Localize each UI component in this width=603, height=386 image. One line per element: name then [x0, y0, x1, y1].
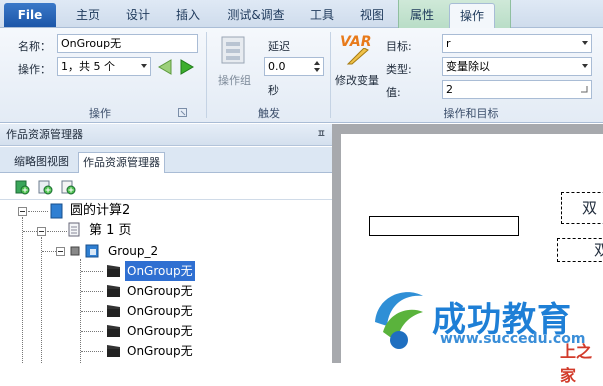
- clapperboard-icon: [107, 345, 120, 357]
- tree-connector: [47, 231, 67, 232]
- clapperboard-icon: [107, 325, 120, 337]
- tree-connector: [41, 237, 42, 363]
- previous-action-icon[interactable]: [156, 58, 174, 76]
- delay-value: 0.0: [268, 60, 286, 73]
- tree-connector: [81, 291, 103, 292]
- clapperboard-icon: [107, 285, 120, 297]
- stage-text-box[interactable]: 双: [557, 238, 603, 262]
- watermark-sub: 上之家: [560, 342, 593, 385]
- collapse-page-icon[interactable]: [37, 227, 46, 236]
- next-action-icon[interactable]: [178, 58, 196, 76]
- action-selector[interactable]: 1，共 5 个: [57, 57, 151, 76]
- type-label: 类型:: [386, 63, 412, 76]
- page-icon: [68, 222, 80, 237]
- action-group-label: 操作组: [218, 74, 251, 87]
- explorer-toolbar: [0, 174, 332, 200]
- tree-node-action[interactable]: OnGroup无: [127, 301, 193, 321]
- tab-project-explorer[interactable]: 作品资源管理器: [78, 152, 165, 173]
- project-tree: 圆的计算2 第 1 页 Group_2 OnGroup无 OnGroup无 On…: [0, 201, 332, 363]
- tab-tools[interactable]: 工具: [302, 3, 342, 28]
- group-label-action: 操作: [89, 107, 111, 120]
- tab-test-survey[interactable]: 测试&调查: [220, 3, 292, 28]
- book-icon: [50, 203, 63, 219]
- tree-node-action[interactable]: OnGroup无: [127, 281, 193, 301]
- modify-variable-icon[interactable]: VAR: [340, 34, 374, 66]
- tab-home[interactable]: 主页: [66, 3, 110, 28]
- group-label-trigger: 触发: [258, 107, 280, 120]
- type-value: 变量除以: [446, 60, 490, 73]
- stage-rectangle[interactable]: [369, 216, 519, 236]
- tree-connector: [81, 331, 103, 332]
- tree-connector: [28, 211, 48, 212]
- delay-spinner[interactable]: 0.0: [264, 57, 324, 76]
- tree-node-page[interactable]: 第 1 页: [89, 221, 132, 241]
- explorer-panel-header: 作品资源管理器 ㅍ: [0, 124, 332, 146]
- tree-connector: [81, 351, 103, 352]
- clapperboard-icon: [107, 305, 120, 317]
- add-item-icon[interactable]: [60, 179, 76, 195]
- tab-design[interactable]: 设计: [116, 3, 160, 28]
- target-value: r: [446, 37, 451, 50]
- clapperboard-icon: [107, 265, 120, 277]
- tree-node-action[interactable]: OnGroup无: [127, 321, 193, 341]
- tree-node-root[interactable]: 圆的计算2: [70, 201, 130, 221]
- pencil-icon: [346, 48, 369, 65]
- modify-variable-label: 修改变量: [335, 74, 379, 87]
- tab-properties[interactable]: 属性: [402, 3, 442, 28]
- group-icon: [70, 244, 99, 258]
- add-page-icon[interactable]: [37, 179, 53, 195]
- value-field[interactable]: 2: [442, 80, 592, 99]
- action-group-icon[interactable]: [218, 34, 250, 66]
- type-combo[interactable]: 变量除以: [442, 57, 592, 76]
- tab-actions[interactable]: 操作: [449, 3, 495, 28]
- tab-view[interactable]: 视图: [352, 3, 392, 28]
- expand-corner-icon[interactable]: [580, 85, 588, 93]
- tab-file[interactable]: File: [4, 3, 56, 27]
- tree-connector: [23, 231, 37, 232]
- name-label: 名称：: [18, 40, 51, 53]
- tree-node-group[interactable]: Group_2: [108, 241, 158, 261]
- dialog-launcher-icon[interactable]: [178, 108, 187, 117]
- group-label-action-target: 操作和目标: [443, 107, 499, 120]
- chevron-down-icon: [141, 64, 147, 68]
- tree-connector: [22, 217, 23, 363]
- value-value: 2: [446, 83, 453, 96]
- panel-tabs: 缩略图视图 作品资源管理器: [0, 147, 332, 173]
- tree-node-action[interactable]: OnGroup无: [127, 341, 193, 361]
- spinner-arrows-icon[interactable]: [313, 60, 321, 73]
- add-chapter-icon[interactable]: [14, 179, 30, 195]
- stage-text-box[interactable]: 双: [561, 192, 603, 224]
- tab-thumbnail-view[interactable]: 缩略图视图: [10, 152, 73, 173]
- delay-label: 延迟: [268, 40, 290, 53]
- group-separator: [206, 32, 207, 118]
- seconds-label: 秒: [268, 84, 279, 97]
- chevron-down-icon: [582, 41, 588, 45]
- action-label: 操作：: [18, 63, 51, 76]
- tree-connector: [81, 311, 103, 312]
- collapse-group-icon[interactable]: [56, 247, 65, 256]
- action-selector-value: 1，共 5 个: [61, 60, 115, 73]
- tree-connector: [81, 271, 103, 272]
- target-combo[interactable]: r: [442, 34, 592, 53]
- group-separator: [330, 32, 331, 118]
- collapse-root-icon[interactable]: [18, 207, 27, 216]
- target-label: 目标:: [386, 40, 412, 53]
- panel-title: 作品资源管理器: [6, 128, 83, 141]
- watermark-logo-icon: [375, 292, 423, 349]
- tab-insert[interactable]: 插入: [166, 3, 210, 28]
- value-label: 值:: [386, 86, 401, 99]
- tree-node-action-selected[interactable]: OnGroup无: [125, 261, 195, 281]
- ribbon-tab-bar: File 主页 设计 插入 测试&调查 工具 视图 属性 操作: [0, 0, 603, 28]
- pin-icon[interactable]: ㅍ: [317, 124, 326, 146]
- tree-connector: [42, 251, 56, 252]
- ribbon-panel: 名称： OnGroup无 操作： 1，共 5 个 操作 操作组 延迟 0.0 秒…: [0, 28, 603, 123]
- chevron-down-icon: [582, 64, 588, 68]
- name-field[interactable]: OnGroup无: [57, 34, 198, 53]
